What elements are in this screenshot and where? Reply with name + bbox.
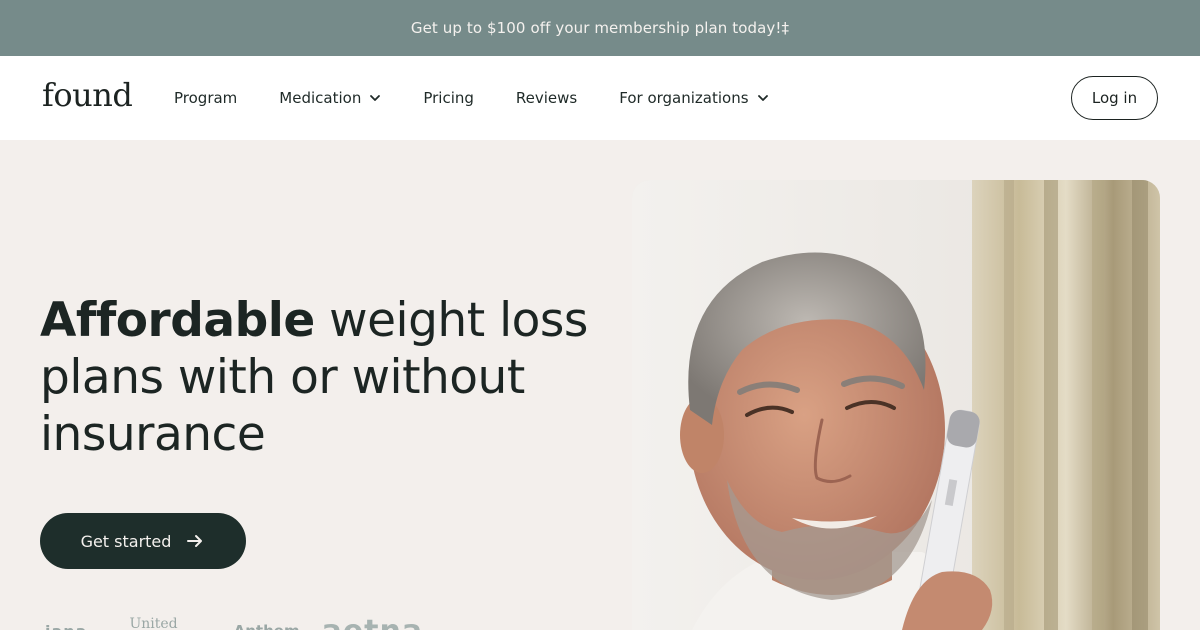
nav-item-label: Reviews <box>515 89 578 107</box>
nav-item-reviews[interactable]: Reviews <box>516 89 577 107</box>
nav-item-for-organizations[interactable]: For organizations <box>619 89 768 107</box>
found-logo[interactable]: found <box>42 76 133 114</box>
nav-item-pricing[interactable]: Pricing <box>423 89 474 107</box>
insurer-logo: United <box>129 616 178 630</box>
hero-photo <box>632 180 1160 630</box>
hero-title-strong: Affordable <box>40 293 315 348</box>
get-started-button[interactable]: Get started <box>40 513 246 569</box>
promo-banner[interactable]: Get up to $100 off your membership plan … <box>0 0 1200 56</box>
nav-item-label: Medication <box>279 89 362 107</box>
site-header: found Program Medication Pricing Reviews… <box>0 56 1200 140</box>
chevron-down-icon <box>757 95 768 101</box>
main-nav: Program Medication Pricing Reviews For o… <box>174 56 811 140</box>
get-started-label: Get started <box>80 531 172 551</box>
arrow-right-icon <box>187 535 203 547</box>
man-with-injection-pen-image <box>632 180 1160 630</box>
login-button[interactable]: Log in <box>1071 76 1158 120</box>
nav-item-program[interactable]: Program <box>174 89 237 107</box>
nav-item-medication[interactable]: Medication <box>279 89 381 107</box>
nav-item-label: Program <box>174 89 238 107</box>
hero-title: Affordable weight loss plans with or wit… <box>40 292 600 463</box>
promo-text: Get up to $100 off your membership plan … <box>410 19 790 37</box>
insurer-logo: iana <box>45 622 87 630</box>
insurance-logos-strip: iana United Anthem aetna <box>40 612 480 630</box>
insurer-logo: Anthem <box>234 622 300 630</box>
insurer-logo: aetna <box>322 614 424 630</box>
chevron-down-icon <box>370 95 381 101</box>
nav-item-label: Pricing <box>423 89 474 107</box>
nav-item-label: For organizations <box>619 89 749 107</box>
